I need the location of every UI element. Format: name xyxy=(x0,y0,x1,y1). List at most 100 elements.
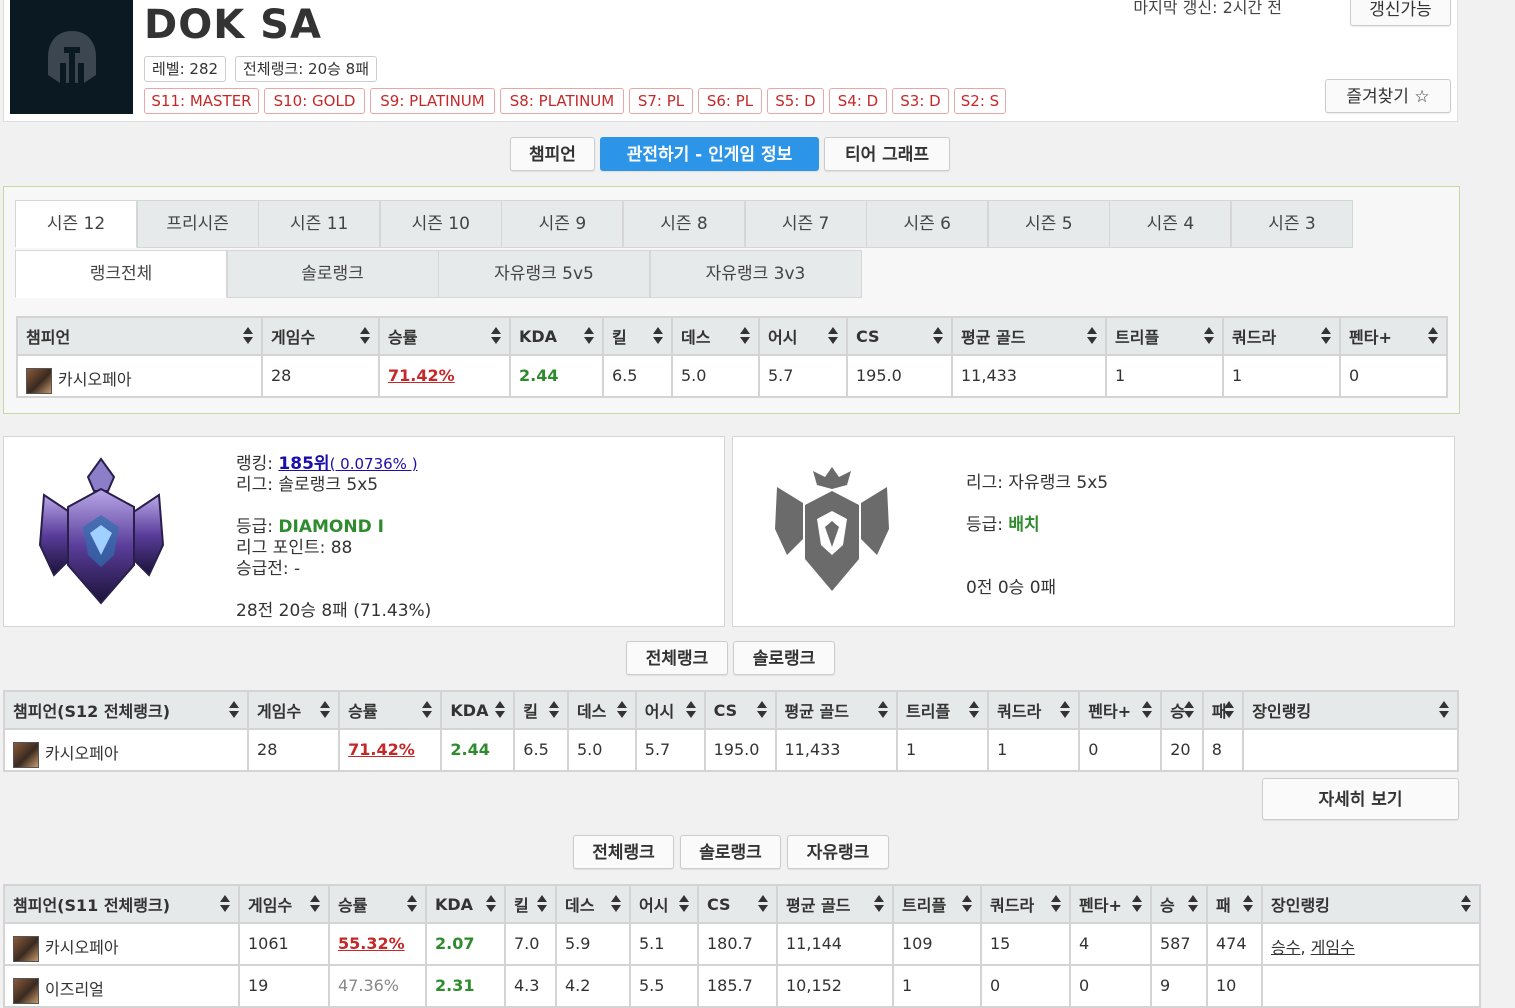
column-header[interactable]: 챔피언(S11 전체랭크) xyxy=(3,884,240,924)
column-header[interactable]: 트리플 xyxy=(1105,316,1224,356)
sort-icon[interactable] xyxy=(1428,327,1438,345)
column-header[interactable]: 게임수 xyxy=(261,316,380,356)
sort-icon[interactable] xyxy=(1183,701,1194,719)
column-header[interactable]: 패 xyxy=(1206,884,1263,924)
sort-icon[interactable] xyxy=(653,327,663,345)
champion-nav-button[interactable]: 챔피언 xyxy=(510,137,595,171)
tab-season-3[interactable]: 시즌 10 xyxy=(379,200,502,248)
cell-champion[interactable]: 카시오페아 xyxy=(3,922,240,966)
s11-all-rank-button[interactable]: 전체랭크 xyxy=(573,835,674,869)
tab-season-10[interactable]: 시즌 3 xyxy=(1231,200,1353,248)
sort-icon[interactable] xyxy=(548,701,559,719)
column-header[interactable]: 평균 골드 xyxy=(774,690,898,730)
cell-champion[interactable]: 이즈리얼 xyxy=(3,964,240,1008)
sort-icon[interactable] xyxy=(740,327,750,345)
sort-icon[interactable] xyxy=(756,701,767,719)
details-button[interactable]: 자세히 보기 xyxy=(1262,778,1459,820)
sort-icon[interactable] xyxy=(1142,701,1153,719)
mastery-games-link[interactable]: 게임수 xyxy=(1311,938,1355,957)
sort-icon[interactable] xyxy=(1204,327,1214,345)
sort-icon[interactable] xyxy=(1321,327,1331,345)
cell-winrate-value[interactable]: 71.42% xyxy=(348,740,415,759)
column-header[interactable]: 승 xyxy=(1160,690,1204,730)
spectate-nav-button[interactable]: 관전하기 - 인게임 정보 xyxy=(600,137,819,171)
cell-winrate-value[interactable]: 71.42% xyxy=(388,366,455,385)
column-header[interactable]: 쿼드라 xyxy=(980,884,1071,924)
tab-season-6[interactable]: 시즌 7 xyxy=(744,200,867,248)
column-header[interactable]: 펜타+ xyxy=(1078,690,1163,730)
favorite-button[interactable]: 즐겨찾기 ☆ xyxy=(1325,79,1451,113)
column-header[interactable]: 평균 골드 xyxy=(776,884,894,924)
sort-icon[interactable] xyxy=(685,701,696,719)
column-header[interactable]: 어시 xyxy=(758,316,848,356)
column-header[interactable]: 킬 xyxy=(513,690,569,730)
column-header[interactable]: 승률 xyxy=(378,316,511,356)
tab-season-9[interactable]: 시즌 4 xyxy=(1109,200,1232,248)
cell-winrate-value[interactable]: 47.36% xyxy=(338,976,399,995)
sort-icon[interactable] xyxy=(933,327,943,345)
sort-icon[interactable] xyxy=(878,701,888,719)
column-header[interactable]: CS xyxy=(697,884,778,924)
column-header[interactable]: 데스 xyxy=(566,690,637,730)
sort-icon[interactable] xyxy=(495,701,506,719)
sort-icon[interactable] xyxy=(229,701,240,719)
sort-icon[interactable] xyxy=(969,701,980,719)
tab-queue-1[interactable]: 솔로랭크 xyxy=(226,250,439,298)
sort-icon[interactable] xyxy=(1224,701,1235,719)
column-header[interactable]: 쿼드라 xyxy=(1222,316,1341,356)
s12-solo-rank-button[interactable]: 솔로랭크 xyxy=(733,641,835,675)
column-header[interactable]: KDA xyxy=(509,316,604,356)
refresh-button[interactable]: 갱신가능 xyxy=(1350,0,1451,26)
column-header[interactable]: 펜타+ xyxy=(1069,884,1152,924)
sort-icon[interactable] xyxy=(1051,895,1061,913)
column-header[interactable]: CS xyxy=(703,690,777,730)
column-header[interactable]: 킬 xyxy=(504,884,557,924)
sort-icon[interactable] xyxy=(1060,701,1071,719)
tab-season-2[interactable]: 시즌 11 xyxy=(258,200,381,248)
sort-icon[interactable] xyxy=(320,701,331,719)
sort-icon[interactable] xyxy=(310,895,320,913)
sort-icon[interactable] xyxy=(243,327,253,345)
tab-season-0[interactable]: 시즌 12 xyxy=(15,200,137,248)
column-header[interactable]: 트리플 xyxy=(892,884,982,924)
column-header[interactable]: KDA xyxy=(440,690,516,730)
sort-icon[interactable] xyxy=(1439,701,1449,719)
sort-icon[interactable] xyxy=(616,701,627,719)
sort-icon[interactable] xyxy=(584,327,594,345)
s11-flex-rank-button[interactable]: 자유랭크 xyxy=(787,835,889,869)
column-header[interactable]: KDA xyxy=(425,884,506,924)
tab-queue-0[interactable]: 랭크전체 xyxy=(15,250,227,298)
tab-season-4[interactable]: 시즌 9 xyxy=(501,200,624,248)
champion-name[interactable]: 카시오페아 xyxy=(45,744,119,763)
sort-icon[interactable] xyxy=(360,327,370,345)
column-header[interactable]: 승률 xyxy=(328,884,427,924)
tab-queue-2[interactable]: 자유랭크 5v5 xyxy=(438,250,650,298)
column-header[interactable]: 장인랭킹 xyxy=(1261,884,1481,924)
sort-icon[interactable] xyxy=(537,895,547,913)
column-header[interactable]: 게임수 xyxy=(238,884,330,924)
sort-icon[interactable] xyxy=(407,895,417,913)
tab-season-1[interactable]: 프리시즌 xyxy=(136,200,259,248)
sort-icon[interactable] xyxy=(1132,895,1142,913)
column-header[interactable]: 게임수 xyxy=(247,690,341,730)
sort-icon[interactable] xyxy=(679,895,689,913)
sort-icon[interactable] xyxy=(422,701,433,719)
sort-icon[interactable] xyxy=(486,895,496,913)
cell-champion[interactable]: 카시오페아 xyxy=(16,354,263,398)
sort-icon[interactable] xyxy=(491,327,501,345)
sort-icon[interactable] xyxy=(758,895,768,913)
tab-queue-3[interactable]: 자유랭크 3v3 xyxy=(649,250,862,298)
mastery-wins-link[interactable]: 승수 xyxy=(1271,938,1300,957)
column-header[interactable]: 데스 xyxy=(555,884,631,924)
champion-name[interactable]: 카시오페아 xyxy=(45,938,119,957)
sort-icon[interactable] xyxy=(1461,895,1471,913)
column-header[interactable]: 트리플 xyxy=(895,690,990,730)
column-header[interactable]: 어시 xyxy=(634,690,706,730)
tier-graph-nav-button[interactable]: 티어 그래프 xyxy=(824,137,950,171)
s12-all-rank-button[interactable]: 전체랭크 xyxy=(626,641,728,675)
cell-winrate-value[interactable]: 55.32% xyxy=(338,934,405,953)
sort-icon[interactable] xyxy=(1243,895,1253,913)
column-header[interactable]: CS xyxy=(846,316,953,356)
sort-icon[interactable] xyxy=(874,895,884,913)
tab-season-8[interactable]: 시즌 5 xyxy=(987,200,1110,248)
